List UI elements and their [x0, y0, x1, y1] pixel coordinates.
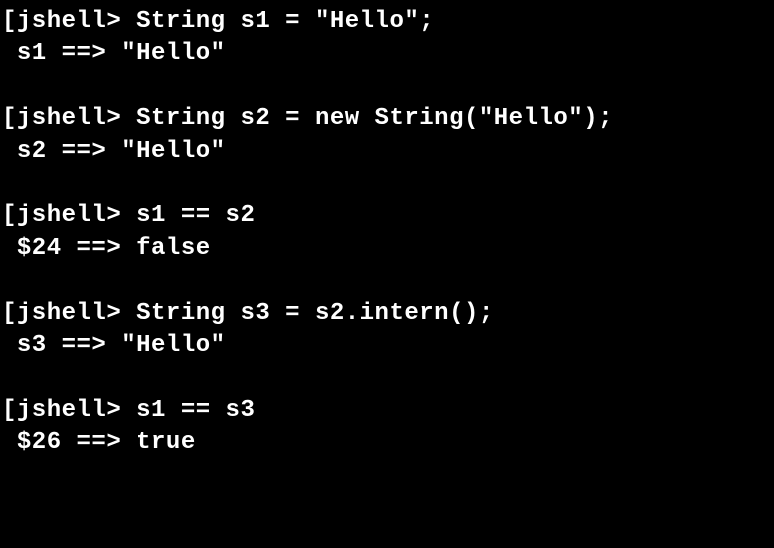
- terminal-blank-line: [2, 168, 772, 200]
- terminal-line: s2 ==> "Hello": [2, 136, 772, 168]
- terminal-blank-line: [2, 71, 772, 103]
- terminal-blank-line: [2, 265, 772, 297]
- terminal-line: s1 ==> "Hello": [2, 38, 772, 70]
- terminal-line: [jshell> String s1 = "Hello";: [2, 6, 772, 38]
- terminal-line: [jshell> String s3 = s2.intern();: [2, 298, 772, 330]
- terminal-line: $26 ==> true: [2, 427, 772, 459]
- terminal-blank-line: [2, 362, 772, 394]
- terminal-line: $24 ==> false: [2, 233, 772, 265]
- terminal-line: s3 ==> "Hello": [2, 330, 772, 362]
- terminal-line: [jshell> String s2 = new String("Hello")…: [2, 103, 772, 135]
- terminal-output: [jshell> String s1 = "Hello"; s1 ==> "He…: [2, 6, 772, 459]
- terminal-line: [jshell> s1 == s3: [2, 395, 772, 427]
- terminal-line: [jshell> s1 == s2: [2, 200, 772, 232]
